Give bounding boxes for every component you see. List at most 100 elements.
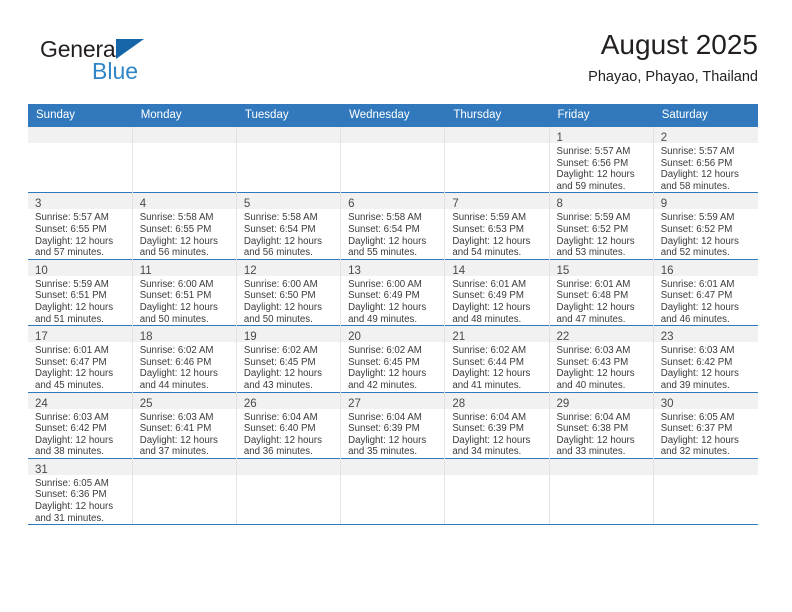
calendar-day-cell[interactable]: 8 Sunrise: 5:59 AM Sunset: 6:52 PM Daylight…: [549, 192, 654, 260]
sunrise-text: Sunrise: 6:00 AM: [243, 278, 318, 290]
daylight-text: and 55 minutes.: [348, 247, 418, 259]
day-number-band: 20: [341, 326, 445, 344]
sunset-text: Sunset: 6:42 PM: [660, 356, 733, 368]
sunrise-text: Sunrise: 5:58 AM: [243, 212, 318, 224]
sunrise-text: Sunrise: 6:01 AM: [556, 278, 631, 290]
sunset-text: Sunset: 6:52 PM: [556, 223, 629, 235]
calendar-day-cell[interactable]: 6 Sunrise: 5:58 AM Sunset: 6:54 PM Daylight…: [340, 192, 446, 260]
calendar-day-cell[interactable]: 12 Sunrise: 6:00 AM Sunset: 6:50 PM Dayligh…: [236, 258, 342, 326]
calendar-day-cell[interactable]: 11 Sunrise: 6:00 AM Sunset: 6:51 PM Dayligh…: [132, 258, 237, 326]
calendar-day-cell[interactable]: 19 Sunrise: 6:02 AM Sunset: 6:45 PM Dayligh…: [236, 325, 342, 392]
day-cell-details: [237, 143, 340, 146]
sunset-text: Sunset: 6:55 PM: [35, 223, 107, 235]
calendar-day-cell[interactable]: 1 Sunrise: 5:57 AM Sunset: 6:56 PM Daylight…: [549, 125, 654, 193]
day-number-band: 3: [28, 193, 132, 210]
day-cell-details: [341, 143, 444, 146]
day-cell-details: Sunrise: 6:03 AM Sunset: 6:41 PM Daylight:…: [133, 409, 236, 458]
calendar-empty-cell: [236, 457, 342, 526]
weekday-header-sunday: Sunday: [28, 104, 133, 127]
calendar-day-cell[interactable]: 24 Sunrise: 6:03 AM Sunset: 6:42 PM Dayligh…: [28, 391, 133, 459]
daylight-text: Daylight: 12 hours: [243, 368, 322, 380]
calendar-day-cell[interactable]: 14 Sunrise: 6:01 AM Sunset: 6:49 PM Dayligh…: [444, 258, 550, 326]
calendar-day-cell[interactable]: 2 Sunrise: 5:57 AM Sunset: 6:56 PM Daylight…: [653, 125, 758, 193]
sunrise-text: Sunrise: 6:03 AM: [660, 345, 735, 357]
calendar-day-cell[interactable]: 18 Sunrise: 6:02 AM Sunset: 6:46 PM Dayligh…: [132, 325, 237, 392]
daylight-text: and 59 minutes.: [556, 180, 626, 192]
sunset-text: Sunset: 6:38 PM: [556, 423, 629, 435]
daylight-text: Daylight: 12 hours: [556, 368, 635, 380]
weekday-header-monday: Monday: [132, 104, 237, 127]
sunrise-text: Sunrise: 5:59 AM: [452, 212, 527, 224]
sunset-text: Sunset: 6:45 PM: [348, 356, 420, 368]
daylight-text: and 46 minutes.: [660, 313, 730, 325]
daylight-text: and 57 minutes.: [35, 247, 104, 259]
general-blue-logo[interactable]: General Blue: [40, 36, 220, 92]
sunrise-text: Sunrise: 6:02 AM: [139, 345, 214, 357]
calendar-day-cell[interactable]: 27 Sunrise: 6:04 AM Sunset: 6:39 PM Dayligh…: [340, 391, 446, 459]
day-number-band: 30: [653, 392, 758, 410]
calendar-day-cell[interactable]: 5 Sunrise: 5:58 AM Sunset: 6:54 PM Daylight…: [236, 192, 342, 260]
daylight-text: Daylight: 12 hours: [243, 235, 322, 247]
calendar-day-cell[interactable]: 9 Sunrise: 5:59 AM Sunset: 6:52 PM Daylight…: [653, 192, 758, 260]
weekday-header-thursday: Thursday: [444, 104, 550, 127]
daylight-text: Daylight: 12 hours: [139, 301, 218, 313]
sunrise-text: Sunrise: 6:05 AM: [35, 477, 109, 489]
day-cell-details: Sunrise: 6:03 AM Sunset: 6:42 PM Daylight:…: [654, 342, 758, 391]
calendar-empty-cell: [444, 457, 550, 526]
daylight-text: Daylight: 12 hours: [660, 169, 739, 181]
day-number-band: 21: [445, 326, 549, 343]
calendar-day-cell[interactable]: 31 Sunrise: 6:05 AM Sunset: 6:36 PM Dayligh…: [28, 457, 133, 526]
calendar-day-cell[interactable]: 3 Sunrise: 5:57 AM Sunset: 6:55 PM Daylight…: [28, 192, 133, 260]
daylight-text: and 58 minutes.: [660, 180, 730, 192]
sunset-text: Sunset: 6:49 PM: [348, 290, 420, 302]
day-cell-details: Sunrise: 5:57 AM Sunset: 6:55 PM Daylight:…: [28, 209, 132, 258]
calendar-day-cell[interactable]: 10 Sunrise: 5:59 AM Sunset: 6:51 PM Dayligh…: [28, 258, 133, 326]
day-cell-details: [133, 475, 236, 478]
sunset-text: Sunset: 6:44 PM: [452, 356, 524, 368]
daylight-text: Daylight: 12 hours: [556, 434, 635, 446]
calendar-day-cell[interactable]: 28 Sunrise: 6:04 AM Sunset: 6:39 PM Dayligh…: [444, 391, 550, 459]
daylight-text: and 40 minutes.: [556, 379, 626, 391]
sunrise-text: Sunrise: 6:01 AM: [660, 278, 735, 290]
day-number-band: [236, 127, 341, 143]
calendar-day-cell[interactable]: 29 Sunrise: 6:04 AM Sunset: 6:38 PM Dayligh…: [549, 391, 654, 459]
sunset-text: Sunset: 6:54 PM: [348, 223, 420, 235]
sunrise-text: Sunrise: 5:59 AM: [556, 212, 631, 224]
calendar-day-cell[interactable]: 15 Sunrise: 6:01 AM Sunset: 6:48 PM Dayligh…: [549, 258, 654, 326]
day-number-band: 24: [28, 392, 132, 410]
calendar-day-cell[interactable]: 16 Sunrise: 6:01 AM Sunset: 6:47 PM Dayligh…: [653, 258, 758, 326]
day-number-band: 26: [236, 392, 341, 410]
day-number: 28: [452, 397, 466, 410]
day-cell-details: Sunrise: 6:01 AM Sunset: 6:47 PM Daylight:…: [654, 276, 758, 325]
calendar-day-cell[interactable]: 17 Sunrise: 6:01 AM Sunset: 6:47 PM Dayligh…: [28, 325, 133, 392]
day-cell-details: Sunrise: 5:59 AM Sunset: 6:52 PM Daylight:…: [654, 209, 758, 258]
day-number-band: 13: [341, 259, 445, 277]
sunset-text: Sunset: 6:51 PM: [35, 290, 107, 302]
calendar-day-cell[interactable]: 30 Sunrise: 6:05 AM Sunset: 6:37 PM Dayligh…: [653, 391, 758, 459]
sunset-text: Sunset: 6:47 PM: [660, 290, 733, 302]
calendar-day-cell[interactable]: 4 Sunrise: 5:58 AM Sunset: 6:55 PM Daylight…: [132, 192, 237, 260]
sunrise-text: Sunrise: 6:00 AM: [139, 278, 214, 290]
calendar-day-cell[interactable]: 22 Sunrise: 6:03 AM Sunset: 6:43 PM Dayligh…: [549, 325, 654, 392]
day-number: 29: [556, 397, 570, 410]
daylight-text: and 50 minutes.: [139, 313, 209, 325]
day-number: 19: [243, 331, 257, 344]
day-number: 20: [348, 331, 361, 344]
logo-triangle-icon: [116, 39, 144, 59]
sunset-text: Sunset: 6:39 PM: [452, 423, 524, 435]
calendar-day-cell[interactable]: 7 Sunrise: 5:59 AM Sunset: 6:53 PM Daylight…: [444, 192, 550, 260]
calendar-day-cell[interactable]: 13 Sunrise: 6:00 AM Sunset: 6:49 PM Dayligh…: [340, 258, 446, 326]
calendar-day-cell[interactable]: 25 Sunrise: 6:03 AM Sunset: 6:41 PM Dayligh…: [132, 391, 237, 459]
daylight-text: and 52 minutes.: [660, 247, 730, 259]
calendar-day-cell[interactable]: 26 Sunrise: 6:04 AM Sunset: 6:40 PM Dayligh…: [236, 391, 342, 459]
daylight-text: Daylight: 12 hours: [243, 301, 322, 313]
calendar-day-cell[interactable]: 23 Sunrise: 6:03 AM Sunset: 6:42 PM Dayligh…: [653, 325, 758, 392]
day-number: 26: [243, 397, 257, 410]
daylight-text: Daylight: 12 hours: [35, 501, 114, 513]
calendar-day-cell[interactable]: 20 Sunrise: 6:02 AM Sunset: 6:45 PM Dayligh…: [340, 325, 446, 392]
day-number: 24: [35, 397, 48, 410]
day-cell-details: Sunrise: 6:02 AM Sunset: 6:44 PM Daylight:…: [445, 342, 548, 391]
calendar-day-cell[interactable]: 21 Sunrise: 6:02 AM Sunset: 6:44 PM Dayligh…: [444, 325, 550, 392]
day-number: 1: [556, 132, 563, 144]
day-cell-details: Sunrise: 6:04 AM Sunset: 6:39 PM Daylight:…: [341, 409, 444, 458]
